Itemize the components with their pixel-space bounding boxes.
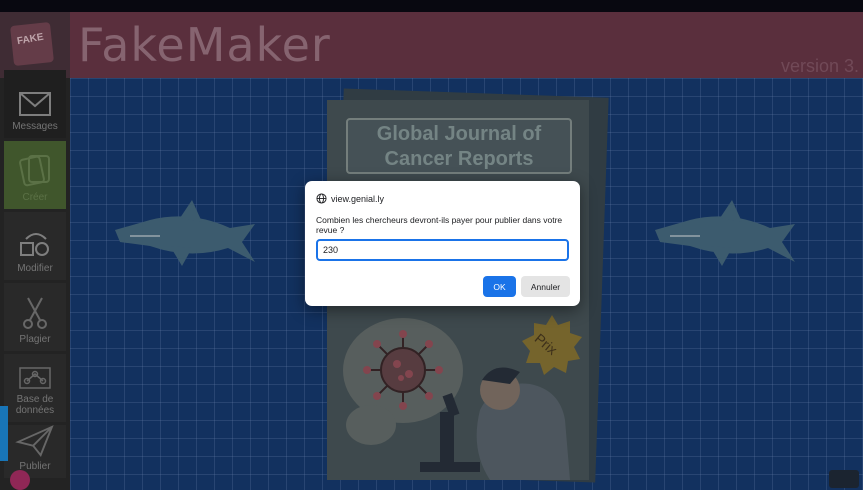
prompt-dialog: view.genial.ly Combien les chercheurs de… <box>305 181 580 306</box>
expand-icon[interactable] <box>829 470 859 488</box>
globe-icon <box>316 193 327 204</box>
dialog-site-label: view.genial.ly <box>331 193 385 204</box>
price-input[interactable] <box>316 239 569 261</box>
dialog-origin: view.genial.ly <box>316 193 384 204</box>
ok-button[interactable]: OK <box>483 276 516 297</box>
cancel-button[interactable]: Annuler <box>521 276 570 297</box>
dialog-message: Combien les chercheurs devront-ils payer… <box>316 215 563 235</box>
